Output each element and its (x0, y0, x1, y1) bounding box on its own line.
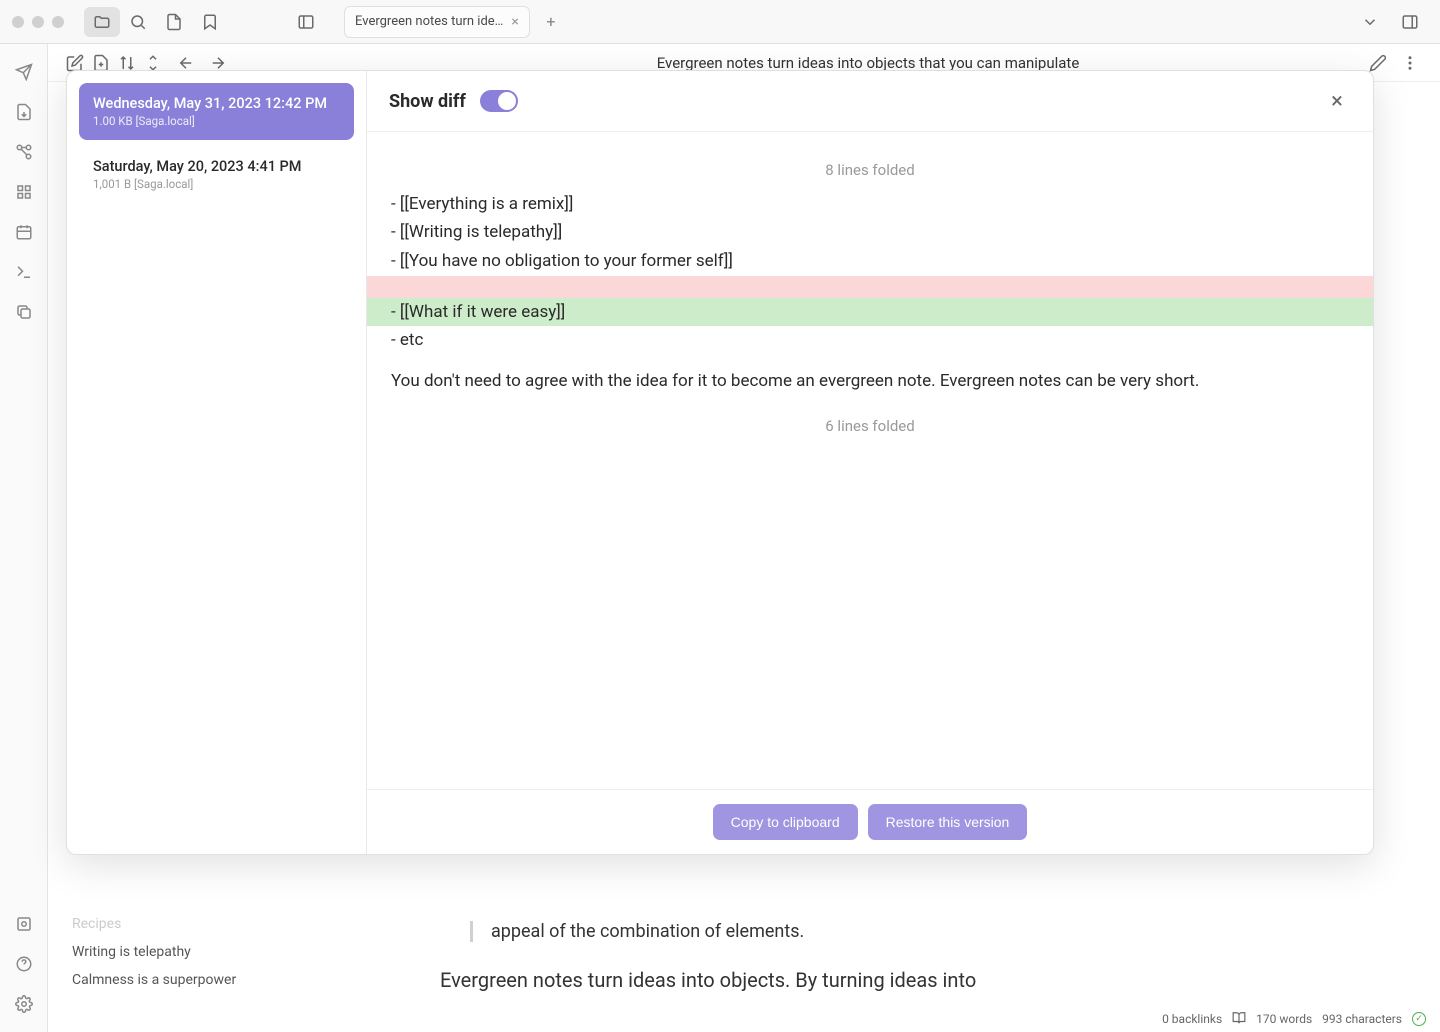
page-title: Evergreen notes turn ideas into objects … (380, 54, 1356, 72)
tab-evergreen-notes[interactable]: Evergreen notes turn ide… × (344, 6, 530, 38)
diff-paragraph: You don't need to agree with the idea fo… (367, 355, 1373, 408)
graph-icon[interactable] (8, 136, 40, 168)
list-item[interactable]: Recipes (64, 910, 332, 938)
show-diff-toggle[interactable] (480, 90, 518, 112)
diff-body: 8 lines folded - [[Everything is a remix… (367, 132, 1373, 789)
close-icon[interactable]: × (1323, 87, 1351, 115)
diff-footer: Copy to clipboard Restore this version (367, 789, 1373, 854)
window-controls (12, 16, 64, 28)
list-item[interactable]: Writing is telepathy (64, 938, 332, 966)
chevron-down-button[interactable] (1352, 7, 1388, 37)
fold-marker-bottom[interactable]: 6 lines folded (367, 408, 1373, 446)
version-item[interactable]: Wednesday, May 31, 2023 12:42 PM 1.00 KB… (79, 83, 354, 140)
map-pin-icon[interactable] (8, 908, 40, 940)
gear-icon[interactable] (8, 988, 40, 1020)
tabs-area: Evergreen notes turn ide… × + (344, 6, 566, 38)
panel-button[interactable] (288, 7, 324, 37)
version-meta: 1.00 KB [Saga.local] (93, 114, 340, 128)
show-diff-label: Show diff (389, 91, 466, 112)
bg-sidebar: Recipes Writing is telepathy Calmness is… (48, 902, 348, 1002)
left-rail (0, 44, 48, 1032)
copy-to-clipboard-button[interactable]: Copy to clipboard (713, 804, 858, 840)
diff-line: - [[Everything is a remix]] (367, 190, 1373, 219)
close-window-button[interactable] (12, 16, 24, 28)
send-icon[interactable] (8, 56, 40, 88)
right-panel-button[interactable] (1392, 7, 1428, 37)
diff-line: - [[You have no obligation to your forme… (367, 247, 1373, 276)
search-button[interactable] (120, 7, 156, 37)
bookmark-button[interactable] (192, 7, 228, 37)
document-button[interactable] (156, 7, 192, 37)
diff-line-removed (367, 276, 1373, 298)
fold-marker-top[interactable]: 8 lines folded (367, 152, 1373, 190)
status-bar: 0 backlinks 170 words 993 characters ✓ (1148, 1006, 1440, 1032)
add-tab-button[interactable]: + (536, 7, 566, 37)
grid-icon[interactable] (8, 176, 40, 208)
restore-version-button[interactable]: Restore this version (868, 804, 1028, 840)
close-icon[interactable]: × (511, 14, 518, 30)
more-icon[interactable] (1396, 49, 1424, 77)
char-count: 993 characters (1322, 1012, 1402, 1026)
bg-paragraph: appeal of the combination of elements. (470, 921, 1290, 942)
maximize-window-button[interactable] (52, 16, 64, 28)
version-date: Wednesday, May 31, 2023 12:42 PM (93, 95, 340, 112)
diff-line: - [[Writing is telepathy]] (367, 218, 1373, 247)
sync-ok-icon: ✓ (1412, 1012, 1426, 1026)
word-count: 170 words (1256, 1012, 1312, 1026)
list-item[interactable]: Calmness is a superpower (64, 966, 332, 994)
diff-line-added: - [[What if it were easy]] (367, 298, 1373, 327)
inbox-icon[interactable] (8, 96, 40, 128)
toggle-knob (498, 92, 516, 110)
version-item[interactable]: Saturday, May 20, 2023 4:41 PM 1,001 B [… (79, 146, 354, 203)
diff-header: Show diff × (367, 71, 1373, 132)
minimize-window-button[interactable] (32, 16, 44, 28)
calendar-icon[interactable] (8, 216, 40, 248)
copy-icon[interactable] (8, 296, 40, 328)
help-icon[interactable] (8, 948, 40, 980)
diff-line: - etc (367, 326, 1373, 355)
tab-title: Evergreen notes turn ide… (355, 14, 503, 29)
version-history-modal: Wednesday, May 31, 2023 12:42 PM 1.00 KB… (66, 70, 1374, 855)
diff-view: Show diff × 8 lines folded - [[Everythin… (367, 71, 1373, 854)
bg-paragraph2: Evergreen notes turn ideas into objects.… (440, 968, 1290, 992)
version-date: Saturday, May 20, 2023 4:41 PM (93, 158, 340, 175)
version-list: Wednesday, May 31, 2023 12:42 PM 1.00 KB… (67, 71, 367, 854)
version-meta: 1,001 B [Saga.local] (93, 177, 340, 191)
backlinks-count[interactable]: 0 backlinks (1162, 1012, 1222, 1026)
top-toolbar: Evergreen notes turn ide… × + (0, 0, 1440, 44)
folder-button[interactable] (84, 7, 120, 37)
terminal-icon[interactable] (8, 256, 40, 288)
book-icon (1232, 1011, 1246, 1028)
